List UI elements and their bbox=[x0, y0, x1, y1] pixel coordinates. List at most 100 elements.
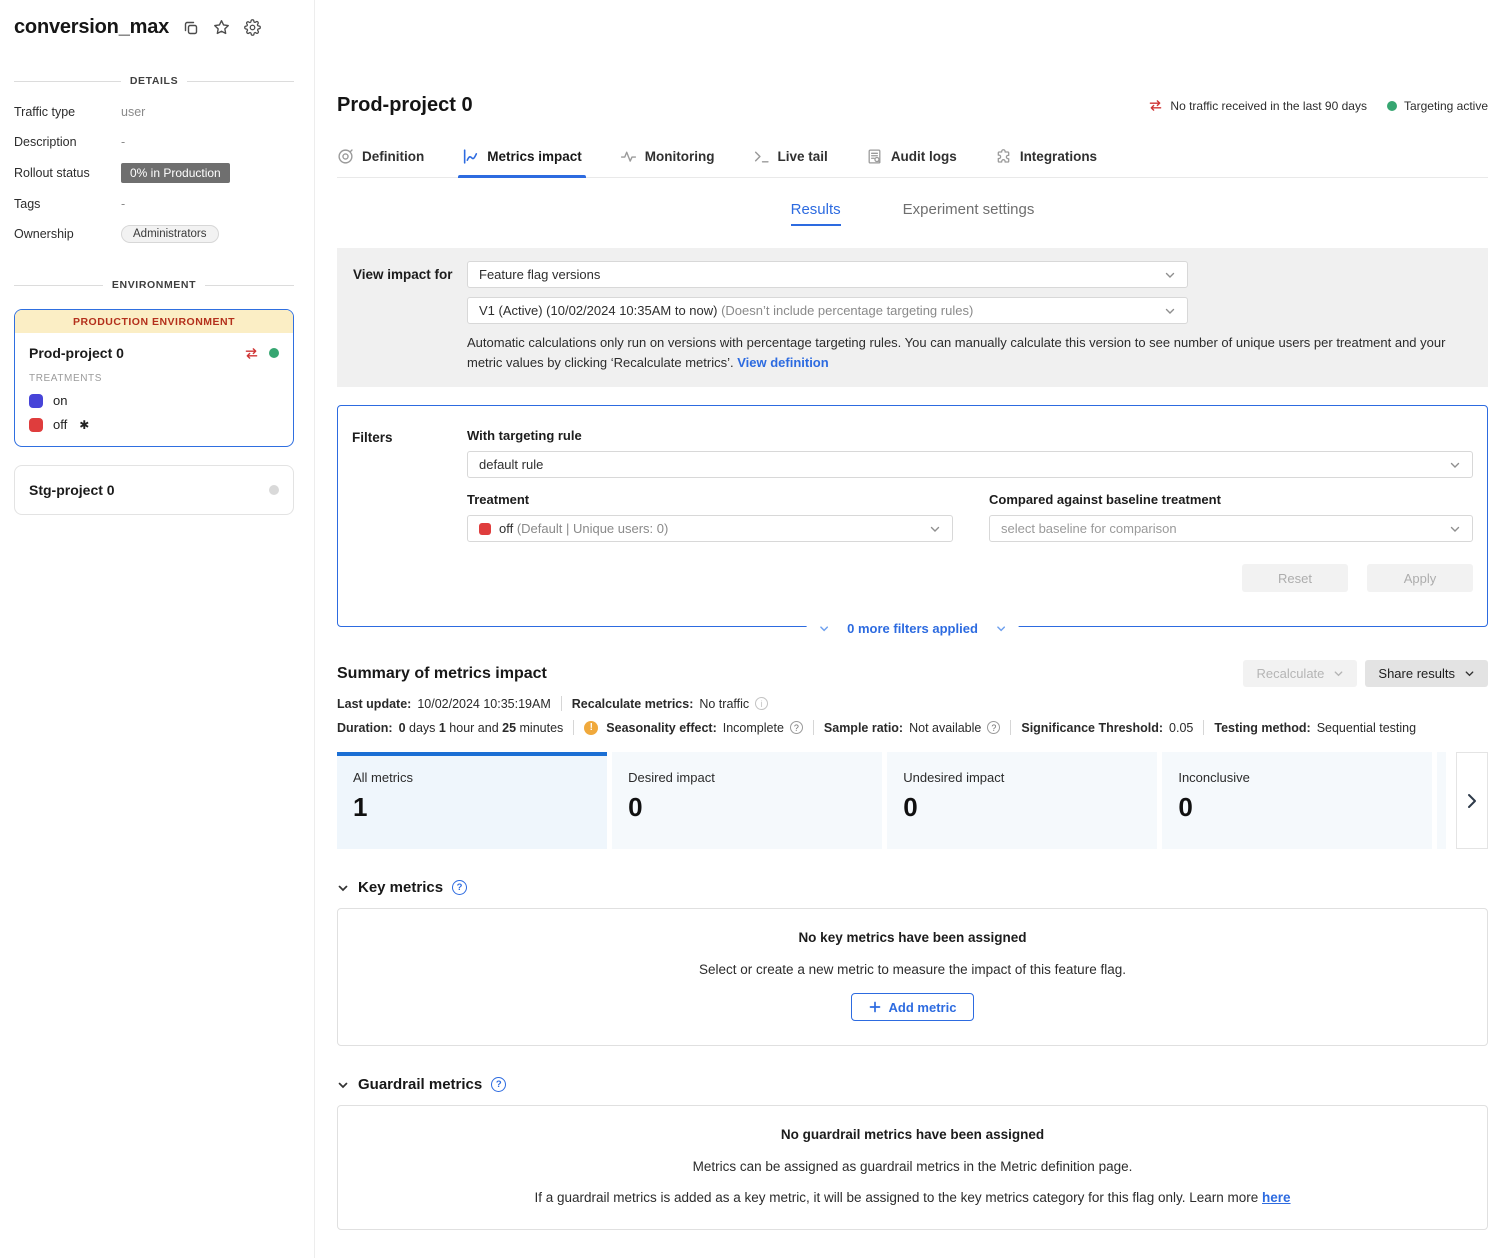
metric-card-label: Inconclusive bbox=[1178, 770, 1416, 785]
duration-days-word: days bbox=[406, 721, 439, 735]
recalculate-metrics-value: No traffic bbox=[699, 697, 749, 711]
seasonality-value: Incomplete bbox=[723, 721, 784, 735]
recalculate-metrics-label: Recalculate metrics: bbox=[572, 697, 694, 711]
help-icon[interactable]: ? bbox=[452, 880, 467, 895]
duration-hours: 1 bbox=[439, 721, 446, 735]
tab-label: Audit logs bbox=[891, 149, 957, 164]
chevron-down-icon bbox=[1449, 523, 1461, 535]
targeting-rule-select[interactable]: default rule bbox=[467, 451, 1473, 478]
audit-log-document-icon bbox=[866, 148, 883, 165]
flag-title: conversion_max bbox=[14, 16, 169, 39]
detail-row-rollout-status: Rollout status 0% in Production bbox=[14, 163, 294, 183]
tab-live-tail[interactable]: Live tail bbox=[753, 148, 828, 177]
tab-integrations[interactable]: Integrations bbox=[995, 148, 1097, 177]
targeting-rule-value: default rule bbox=[479, 457, 543, 472]
results-subtabs: Results Experiment settings bbox=[337, 201, 1488, 226]
traffic-swap-icon bbox=[1148, 99, 1163, 112]
environment-section-heading: ENVIRONMENT bbox=[14, 279, 294, 291]
detail-row-description: Description - bbox=[14, 133, 294, 151]
targeting-active-dot bbox=[1387, 101, 1397, 111]
environment-name: Stg-project 0 bbox=[29, 482, 269, 498]
treatment-select[interactable]: off (Default | Unique users: 0) bbox=[467, 515, 953, 542]
tab-definition[interactable]: Definition bbox=[337, 148, 424, 177]
subtab-results[interactable]: Results bbox=[791, 201, 841, 226]
tab-label: Monitoring bbox=[645, 149, 715, 164]
metric-card-desired-impact[interactable]: Desired impact 0 bbox=[612, 752, 882, 849]
flag-title-row: conversion_max bbox=[14, 16, 294, 39]
apply-button[interactable]: Apply bbox=[1367, 564, 1473, 592]
summary-header: Summary of metrics impact Recalculate Sh… bbox=[337, 660, 1488, 687]
tab-monitoring[interactable]: Monitoring bbox=[620, 148, 715, 177]
chevron-right-icon bbox=[1465, 793, 1479, 809]
treatment-row-on: on bbox=[29, 393, 279, 408]
copy-icon[interactable] bbox=[183, 20, 199, 36]
star-icon[interactable] bbox=[213, 19, 230, 36]
tab-audit-logs[interactable]: Audit logs bbox=[866, 148, 957, 177]
version-select[interactable]: V1 (Active) (10/02/2024 10:35AM to now) … bbox=[467, 297, 1188, 324]
baseline-select[interactable]: select baseline for comparison bbox=[989, 515, 1473, 542]
tab-label: Integrations bbox=[1020, 149, 1097, 164]
metric-card-value: 0 bbox=[628, 792, 866, 823]
testing-method-value: Sequential testing bbox=[1317, 721, 1416, 735]
traffic-status: No traffic received in the last 90 days bbox=[1148, 99, 1367, 113]
key-metrics-empty-card: No key metrics have been assigned Select… bbox=[337, 908, 1488, 1046]
testing-method-label: Testing method: bbox=[1214, 721, 1310, 735]
detail-row-ownership: Ownership Administrators bbox=[14, 225, 294, 243]
treatment-on-label: on bbox=[53, 393, 67, 408]
environment-card-production[interactable]: PRODUCTION ENVIRONMENT Prod-project 0 TR… bbox=[14, 309, 294, 447]
environment-card-staging[interactable]: Stg-project 0 bbox=[14, 465, 294, 515]
share-results-button[interactable]: Share results bbox=[1365, 660, 1488, 687]
view-impact-panel: View impact for Feature flag versions V1… bbox=[337, 248, 1488, 387]
metric-card-label: Desired impact bbox=[628, 770, 866, 785]
help-icon[interactable]: ? bbox=[491, 1077, 506, 1092]
gear-icon[interactable] bbox=[244, 19, 261, 36]
impact-help-text: Automatic calculations only run on versi… bbox=[467, 333, 1457, 372]
metric-summary-cards: All metrics 1 Desired impact 0 Undesired… bbox=[337, 752, 1488, 849]
tab-metrics-impact[interactable]: Metrics impact bbox=[462, 148, 582, 177]
sample-ratio-value: Not available bbox=[909, 721, 981, 735]
metric-card-undesired-impact[interactable]: Undesired impact 0 bbox=[887, 752, 1157, 849]
metric-card-all-metrics[interactable]: All metrics 1 bbox=[337, 752, 607, 849]
treatments-label: TREATMENTS bbox=[29, 373, 279, 384]
help-icon[interactable]: ? bbox=[790, 721, 803, 734]
treatment-row-off: off ✱ bbox=[29, 417, 279, 432]
key-metrics-title: Key metrics bbox=[358, 879, 443, 896]
cards-next-button[interactable] bbox=[1456, 752, 1488, 849]
guardrail-line-2: If a guardrail metrics is added as a key… bbox=[358, 1190, 1467, 1205]
targeting-status-text: Targeting active bbox=[1404, 99, 1488, 113]
help-icon[interactable]: ? bbox=[987, 721, 1000, 734]
detail-label: Description bbox=[14, 135, 121, 149]
collapse-chevron-icon[interactable] bbox=[337, 1079, 349, 1091]
subtab-experiment-settings[interactable]: Experiment settings bbox=[903, 201, 1035, 226]
duration-label: Duration: bbox=[337, 721, 393, 735]
monitoring-pulse-icon bbox=[620, 148, 637, 165]
chevron-down-icon bbox=[996, 623, 1007, 634]
recalculate-button[interactable]: Recalculate bbox=[1243, 660, 1357, 687]
chevron-down-icon bbox=[929, 523, 941, 535]
reset-button[interactable]: Reset bbox=[1242, 564, 1348, 592]
tab-label: Metrics impact bbox=[487, 149, 582, 164]
detail-label: Ownership bbox=[14, 227, 121, 241]
metric-card-inconclusive[interactable]: Inconclusive 0 bbox=[1162, 752, 1432, 849]
learn-more-link[interactable]: here bbox=[1262, 1190, 1291, 1205]
details-rows: Traffic type user Description - Rollout … bbox=[14, 103, 294, 243]
impact-source-value: Feature flag versions bbox=[479, 267, 600, 282]
guardrail-line-1: Metrics can be assigned as guardrail met… bbox=[358, 1159, 1467, 1174]
treatment-off-label: off bbox=[53, 417, 67, 432]
treatment-select-value: off bbox=[499, 521, 517, 536]
summary-meta-line-1: Last update: 10/02/2024 10:35:19AM Recal… bbox=[337, 696, 1488, 711]
view-definition-link[interactable]: View definition bbox=[737, 355, 829, 370]
collapse-chevron-icon[interactable] bbox=[337, 882, 349, 894]
terminal-icon bbox=[753, 148, 770, 165]
impact-source-select[interactable]: Feature flag versions bbox=[467, 261, 1188, 288]
more-filters-toggle[interactable]: 0 more filters applied bbox=[806, 621, 1019, 636]
info-icon[interactable]: i bbox=[755, 697, 768, 710]
duration-days: 0 bbox=[399, 721, 406, 735]
details-section-heading: DETAILS bbox=[14, 75, 294, 87]
detail-label: Tags bbox=[14, 197, 121, 211]
guardrail-metrics-empty-card: No guardrail metrics have been assigned … bbox=[337, 1105, 1488, 1230]
default-treatment-asterisk-icon: ✱ bbox=[79, 418, 89, 432]
guardrail-metrics-title: Guardrail metrics bbox=[358, 1076, 482, 1093]
add-metric-button[interactable]: Add metric bbox=[851, 993, 975, 1021]
chevron-down-icon bbox=[1164, 269, 1176, 281]
